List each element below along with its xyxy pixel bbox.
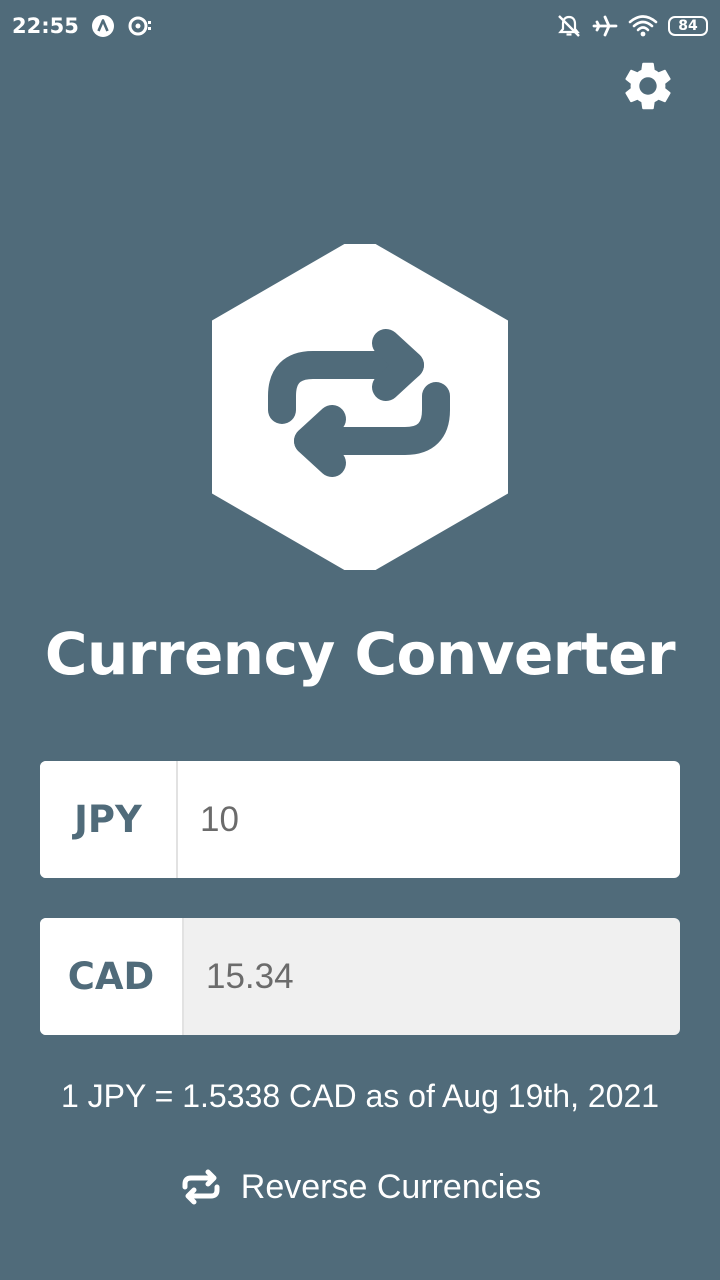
- battery-level: 84: [678, 18, 698, 34]
- settings-button[interactable]: [616, 54, 680, 118]
- silent-mode-icon: [558, 15, 580, 37]
- base-currency-button[interactable]: JPY: [40, 761, 178, 878]
- swap-icon: [182, 1169, 220, 1205]
- quote-currency-button[interactable]: CAD: [40, 918, 184, 1035]
- media-notification-icon: [128, 16, 151, 36]
- app-title: Currency Converter: [44, 620, 676, 688]
- reverse-currencies-button[interactable]: Reverse Currencies: [0, 1160, 720, 1214]
- wifi-icon: [628, 15, 658, 37]
- logo-hexagon: [212, 244, 508, 570]
- status-right: 84: [556, 13, 708, 39]
- reverse-currencies-label: Reverse Currencies: [240, 1167, 542, 1206]
- status-left: 22:55: [12, 14, 153, 38]
- logo: [212, 244, 508, 570]
- quote-currency-row: CAD: [40, 918, 680, 1035]
- exchange-rate-text: 1 JPY = 1.5338 CAD as of Aug 19th, 2021: [60, 1078, 660, 1114]
- base-amount-input[interactable]: [178, 761, 680, 878]
- base-currency-row: JPY: [40, 761, 680, 878]
- app-notification-icon: [91, 15, 114, 37]
- gear-icon: [625, 62, 671, 110]
- airplane-mode-icon: [592, 15, 618, 37]
- status-time: 22:55: [12, 14, 79, 38]
- battery-icon: 84: [668, 16, 708, 36]
- quote-amount-field: [184, 918, 680, 1035]
- status-bar: 22:55 84: [0, 0, 720, 52]
